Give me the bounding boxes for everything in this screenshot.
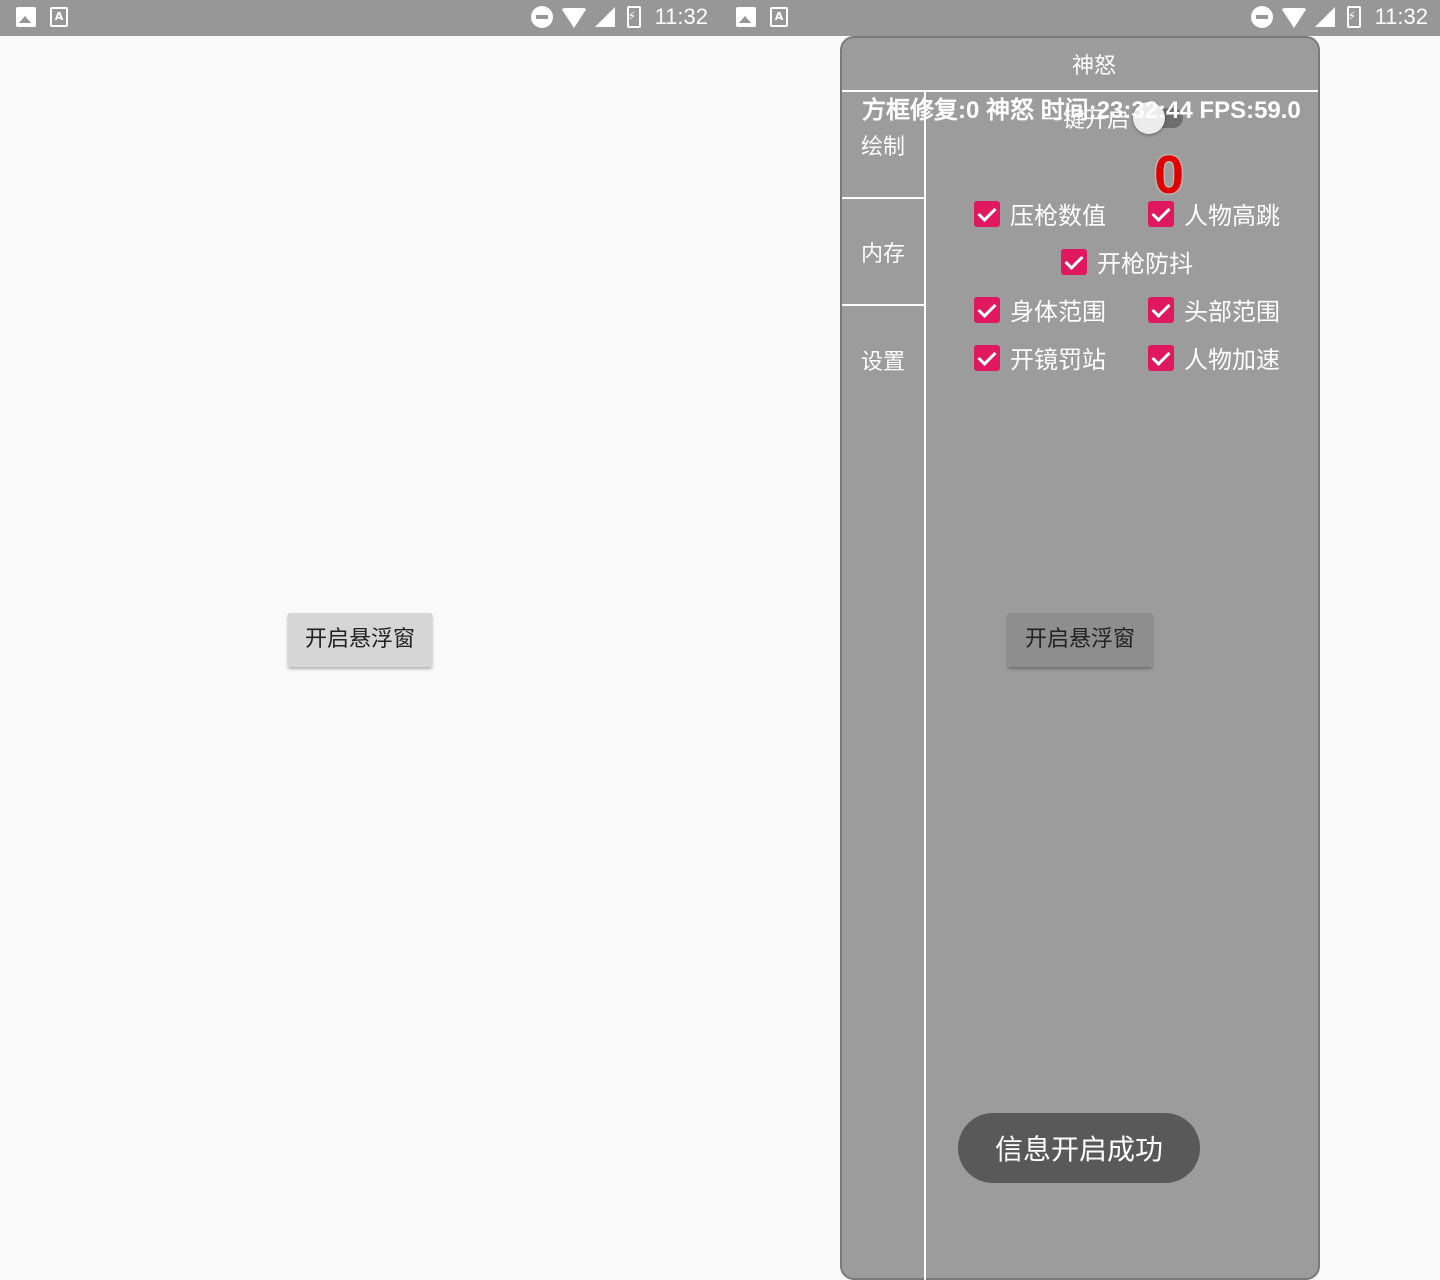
panel-header[interactable]: 神怒 bbox=[842, 38, 1318, 92]
option-label: 人物高跳 bbox=[1184, 202, 1280, 230]
counter-overlay: 0 bbox=[1154, 145, 1185, 205]
right-screen: A 11:32 神怒 绘制 内存 设置 一键开启 bbox=[720, 0, 1440, 1280]
option-scope-stand[interactable]: 开镜罚站 bbox=[974, 340, 1106, 375]
checkbox-icon[interactable] bbox=[974, 200, 1000, 227]
notification-icons: A bbox=[16, 7, 68, 27]
wifi-icon bbox=[560, 8, 587, 28]
open-float-window-button[interactable]: 开启悬浮窗 bbox=[1008, 613, 1152, 667]
signal-icon bbox=[1314, 7, 1335, 27]
font-a-icon: A bbox=[50, 7, 68, 27]
image-icon bbox=[16, 7, 36, 27]
status-bar: A 11:32 bbox=[0, 0, 720, 36]
system-icons: 11:32 bbox=[1250, 4, 1428, 30]
left-screen: A 11:32 开启悬浮窗 bbox=[0, 0, 720, 1280]
option-label: 压枪数值 bbox=[1010, 202, 1106, 230]
status-bar: A 11:32 bbox=[720, 0, 1440, 36]
option-recoil-value[interactable]: 压枪数值 bbox=[974, 196, 1106, 231]
checkbox-icon[interactable] bbox=[1148, 296, 1174, 323]
toast-message: 信息开启成功 bbox=[958, 1113, 1200, 1183]
image-icon bbox=[736, 7, 756, 27]
do-not-disturb-icon bbox=[1250, 6, 1273, 28]
option-body-range[interactable]: 身体范围 bbox=[974, 292, 1106, 327]
option-speed-up[interactable]: 人物加速 bbox=[1148, 340, 1280, 375]
font-a-icon: A bbox=[770, 7, 788, 27]
tab-settings[interactable]: 设置 bbox=[842, 306, 924, 413]
option-label: 开镜罚站 bbox=[1010, 346, 1106, 374]
option-label: 头部范围 bbox=[1184, 298, 1280, 326]
tab-memory[interactable]: 内存 bbox=[842, 199, 924, 306]
battery-charging-icon bbox=[1346, 6, 1361, 28]
option-label: 身体范围 bbox=[1010, 298, 1106, 326]
system-icons: 11:32 bbox=[530, 4, 708, 30]
battery-charging-icon bbox=[626, 6, 641, 28]
do-not-disturb-icon bbox=[530, 6, 553, 28]
open-float-window-button[interactable]: 开启悬浮窗 bbox=[288, 613, 432, 667]
panel-sidebar: 绘制 内存 设置 bbox=[842, 92, 926, 1280]
checkbox-icon[interactable] bbox=[1148, 344, 1174, 371]
signal-icon bbox=[594, 7, 615, 27]
option-label: 人物加速 bbox=[1184, 346, 1280, 374]
overlay-info-text: 方框修复:0 神怒 时间:23:32:44 FPS:59.0 bbox=[862, 97, 1301, 124]
option-head-range[interactable]: 头部范围 bbox=[1148, 292, 1280, 327]
status-time: 11:32 bbox=[654, 4, 708, 29]
option-anti-shake[interactable]: 开枪防抖 bbox=[1061, 244, 1193, 279]
checkbox-icon[interactable] bbox=[1061, 248, 1087, 275]
option-label: 开枪防抖 bbox=[1097, 250, 1193, 278]
panel-content: 一键开启 压枪数值 人物高跳 开枪防抖 身体范围 头部范围 开镜罚站 人物加速 … bbox=[926, 92, 1320, 1280]
status-time: 11:32 bbox=[1374, 4, 1428, 29]
panel-title: 神怒 bbox=[1072, 54, 1117, 79]
checkbox-icon[interactable] bbox=[974, 296, 1000, 323]
notification-icons: A bbox=[736, 7, 788, 27]
checkbox-icon[interactable] bbox=[974, 344, 1000, 371]
wifi-icon bbox=[1280, 8, 1307, 28]
